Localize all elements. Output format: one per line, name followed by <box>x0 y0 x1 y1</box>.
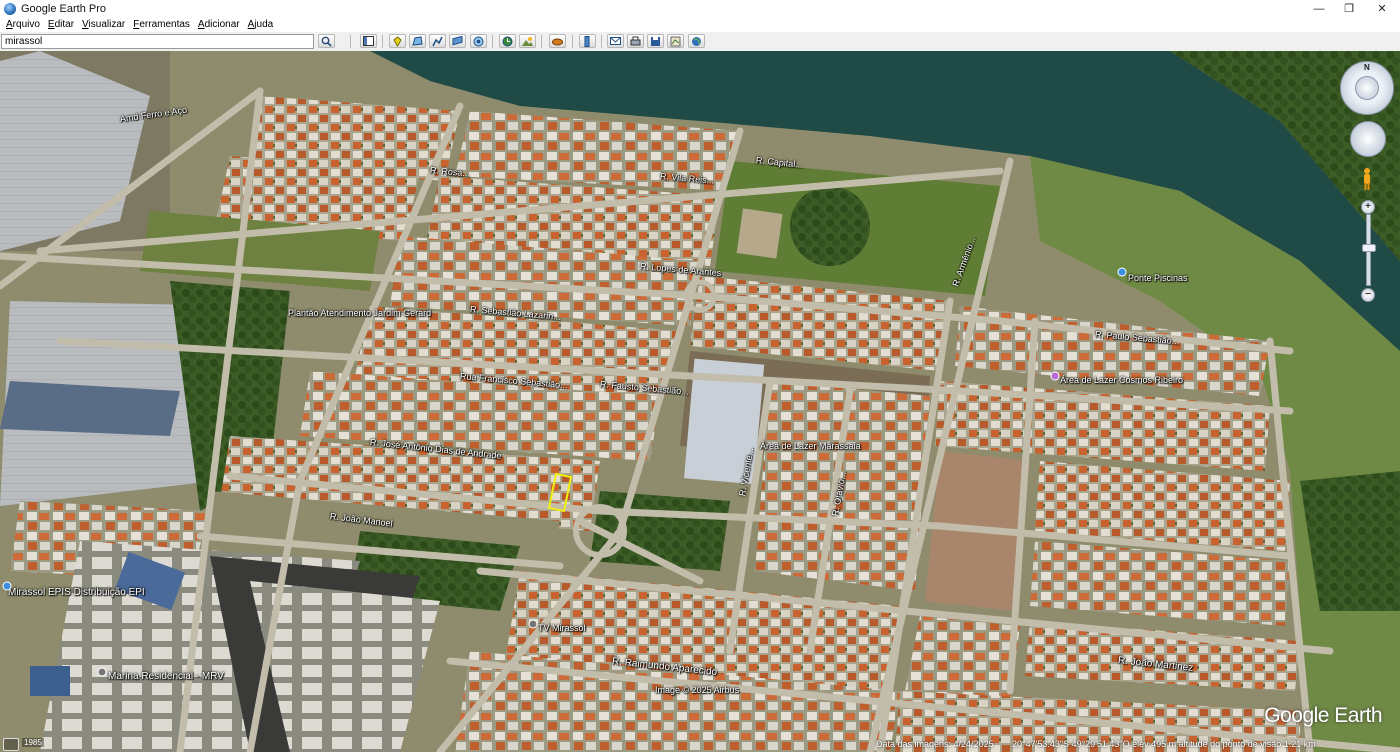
zoom-in-button[interactable]: + <box>1361 200 1375 214</box>
close-button[interactable]: ✕ <box>1365 0 1399 17</box>
north-indicator[interactable]: N <box>1364 63 1370 72</box>
menu-visualizar[interactable]: Visualizar <box>82 19 125 30</box>
image-overlay-icon[interactable] <box>449 34 466 48</box>
menu-adicionar[interactable]: Adicionar <box>198 19 240 30</box>
search-input[interactable] <box>1 34 314 49</box>
toolbar-separator <box>382 35 383 48</box>
menu-ferramentas[interactable]: Ferramentas <box>133 19 190 30</box>
sidebar-toggle-icon[interactable] <box>360 34 377 48</box>
poi-pin-icon[interactable] <box>1050 371 1060 381</box>
map-label[interactable]: TV Mirassol <box>538 623 586 633</box>
menu-arquivo[interactable]: Arquivo <box>6 19 40 30</box>
imagery-credit: Image © 2025 Airbus <box>655 685 740 695</box>
view-in-maps-icon[interactable] <box>667 34 684 48</box>
zoom-slider-thumb[interactable] <box>1362 244 1376 252</box>
street-view-pegman-icon[interactable] <box>1362 167 1372 191</box>
search-icon[interactable] <box>318 34 335 48</box>
look-center-icon[interactable] <box>1355 76 1379 100</box>
toolbar-separator <box>572 35 573 48</box>
email-icon[interactable] <box>607 34 624 48</box>
map-label[interactable]: Mirassol EPIS Distribuição EPI <box>8 587 145 598</box>
zoom-out-button[interactable]: − <box>1361 288 1375 302</box>
menu-bar: Arquivo Editar Visualizar Ferramentas Ad… <box>0 17 1400 32</box>
sunlight-icon[interactable] <box>519 34 536 48</box>
imagery-year: 1985 <box>22 738 44 747</box>
planets-icon[interactable] <box>549 34 566 48</box>
google-earth-icon <box>4 2 16 15</box>
title-bar: Google Earth Pro — ❐ ✕ <box>0 0 1400 18</box>
map-label[interactable]: Marina Residencial - MRV <box>108 671 224 682</box>
toolbar <box>0 32 1400 52</box>
record-tour-icon[interactable] <box>470 34 487 48</box>
move-joystick[interactable] <box>1350 121 1386 157</box>
polygon-icon[interactable] <box>409 34 426 48</box>
map-view[interactable]: Amd Ferro e Aço R. Capital... R. Vila Re… <box>0 51 1400 752</box>
menu-ajuda[interactable]: Ajuda <box>248 19 274 30</box>
coordinates-readout: 20°47'53.43"S 49°29'51.43"O elev 495 m a… <box>1012 739 1316 749</box>
menu-editar[interactable]: Editar <box>48 19 74 30</box>
map-label[interactable]: Área de Lazer Cosmos Ribeiro <box>1060 375 1183 385</box>
placemark-icon[interactable] <box>389 34 406 48</box>
look-joystick[interactable]: N <box>1340 61 1394 115</box>
toolbar-separator <box>601 35 602 48</box>
window-title: Google Earth Pro <box>21 2 106 15</box>
poi-pin-icon[interactable] <box>1117 267 1127 277</box>
imagery-date: Data das imagens: 4/24/2025 <box>876 739 994 749</box>
maximize-button[interactable]: ❐ <box>1332 0 1366 17</box>
ruler-icon[interactable] <box>579 34 596 48</box>
toolbar-separator <box>350 35 351 48</box>
toolbar-separator <box>492 35 493 48</box>
poi-pin-icon[interactable] <box>2 581 12 591</box>
minimize-button[interactable]: — <box>1302 0 1336 17</box>
map-label[interactable]: Ponte Piscinas <box>1128 273 1188 283</box>
poi-pin-icon[interactable] <box>528 619 538 629</box>
satellite-imagery <box>0 51 1400 752</box>
poi-pin-icon[interactable] <box>97 667 107 677</box>
print-icon[interactable] <box>627 34 644 48</box>
historical-imagery-icon[interactable] <box>499 34 516 48</box>
status-bar: 1985 Data das imagens: 4/24/2025 20°47'5… <box>0 737 1400 752</box>
map-label[interactable]: Plantão Atendimento Jardim Gerard <box>288 308 431 318</box>
toolbar-separator <box>541 35 542 48</box>
historical-imagery-icon[interactable] <box>3 738 19 751</box>
map-label[interactable]: Área de Lazer Marassaia <box>760 441 861 451</box>
save-image-icon[interactable] <box>647 34 664 48</box>
path-icon[interactable] <box>429 34 446 48</box>
earth-gallery-icon[interactable] <box>688 34 705 48</box>
google-earth-logo: Google Earth <box>1264 704 1382 727</box>
